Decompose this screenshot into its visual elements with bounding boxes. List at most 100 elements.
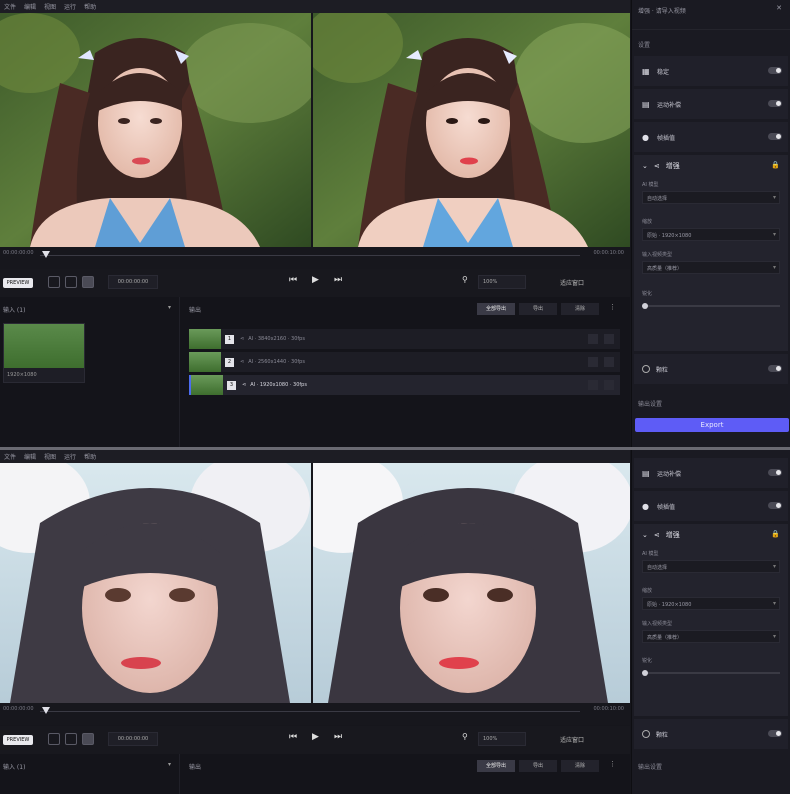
preview-original[interactable] <box>0 13 311 247</box>
feature-grain[interactable]: 颗粒 <box>634 719 788 749</box>
clear-button[interactable]: 清除 <box>561 760 599 772</box>
close-icon[interactable]: ✕ <box>776 4 782 12</box>
ai-model-select[interactable]: 自动选择 <box>642 560 780 573</box>
feature-motion[interactable]: ▤ 运动补偿 <box>634 89 788 119</box>
menu-file[interactable]: 文件 <box>4 452 16 461</box>
next-frame-icon[interactable]: ⏭ <box>334 275 342 285</box>
zoom-select[interactable]: 100% <box>478 275 526 289</box>
zoom-select[interactable]: 100% <box>478 732 526 746</box>
timeline[interactable]: 00:00:00:00 00:00:10:00 <box>0 247 630 269</box>
preview-original[interactable] <box>0 463 311 703</box>
feature-motion[interactable]: ▤ 运动补偿 <box>634 458 788 488</box>
sharpen-slider[interactable] <box>642 670 780 676</box>
play-icon[interactable]: ▶ <box>312 275 319 285</box>
menu-run[interactable]: 运行 <box>64 452 76 461</box>
export-button[interactable]: 导出 <box>519 760 557 772</box>
playhead-icon[interactable] <box>42 251 50 258</box>
single-view-icon[interactable] <box>48 733 60 745</box>
feature-interpolate[interactable]: ● 帧插值 <box>634 122 788 152</box>
input-clip-card[interactable]: 1920×1080 <box>3 323 85 383</box>
output-remove-icon[interactable] <box>604 380 614 390</box>
split-view-icon[interactable] <box>65 276 77 288</box>
split-view-icon[interactable] <box>65 733 77 745</box>
feature-interpolate[interactable]: ● 帧插值 <box>634 491 788 521</box>
preview-mode-badge[interactable]: PREVIEW <box>3 735 33 745</box>
scale-select[interactable]: 原始 · 1920×1080 <box>642 228 780 241</box>
prev-frame-icon[interactable]: ⏮ <box>289 275 297 285</box>
video-type-select[interactable]: 高质量（推荐） <box>642 261 780 274</box>
output-remove-icon[interactable] <box>604 334 614 344</box>
timeline-track[interactable] <box>40 255 580 256</box>
grain-radio[interactable] <box>642 365 650 373</box>
fit-window-button[interactable]: 适应窗口 <box>560 278 584 287</box>
output-name: AI · 1920x1080 · 30fps <box>250 382 307 388</box>
video-type-select[interactable]: 高质量（推荐） <box>642 630 780 643</box>
share-icon[interactable]: ⋖ <box>240 359 244 365</box>
inputs-collapse-icon[interactable]: ▾ <box>168 304 171 311</box>
output-row[interactable]: 1 ⋖ AI · 3840x2160 · 30fps <box>189 329 620 349</box>
preview-mode-badge[interactable]: PREVIEW <box>3 278 33 288</box>
outputs-menu-icon[interactable]: ⋮ <box>609 760 616 772</box>
menu-file[interactable]: 文件 <box>4 2 16 11</box>
side-by-side-view-icon[interactable] <box>82 276 94 288</box>
next-frame-icon[interactable]: ⏭ <box>334 732 342 742</box>
scale-label: 缩放 <box>642 588 653 594</box>
scale-select[interactable]: 原始 · 1920×1080 <box>642 597 780 610</box>
preview-enhanced[interactable] <box>313 13 630 247</box>
inputs-collapse-icon[interactable]: ▾ <box>168 761 171 768</box>
export-button-primary[interactable]: Export <box>635 418 789 432</box>
feature-grain[interactable]: 颗粒 <box>634 354 788 384</box>
outputs-menu-icon[interactable]: ⋮ <box>609 303 616 315</box>
clear-button[interactable]: 清除 <box>561 303 599 315</box>
output-check-icon[interactable] <box>588 357 598 367</box>
side-by-side-view-icon[interactable] <box>82 733 94 745</box>
current-time-field[interactable]: 00:00:00:00 <box>108 732 158 746</box>
output-remove-icon[interactable] <box>604 357 614 367</box>
share-icon[interactable]: ⋖ <box>240 336 244 342</box>
grain-toggle[interactable] <box>768 365 782 372</box>
play-icon[interactable]: ▶ <box>312 732 319 742</box>
grain-radio[interactable] <box>642 730 650 738</box>
output-check-icon[interactable] <box>588 380 598 390</box>
prev-frame-icon[interactable]: ⏮ <box>289 732 297 742</box>
enhance-header[interactable]: ⌄ ⋖ 增强 🔒 <box>642 161 780 171</box>
chevron-down-icon[interactable]: ⌄ <box>642 531 648 539</box>
menu-run[interactable]: 运行 <box>64 2 76 11</box>
menu-view[interactable]: 视图 <box>44 2 56 11</box>
export-all-button[interactable]: 全部导出 <box>477 760 515 772</box>
motion-toggle[interactable] <box>768 469 782 476</box>
panel-hint: 增强 · 请导入视频 <box>638 8 686 15</box>
menu-help[interactable]: 帮助 <box>84 2 96 11</box>
lock-icon[interactable]: 🔒 <box>771 161 780 169</box>
sharpen-slider[interactable] <box>642 303 780 309</box>
chevron-down-icon[interactable]: ⌄ <box>642 162 648 170</box>
interpolate-toggle[interactable] <box>768 502 782 509</box>
interpolate-toggle[interactable] <box>768 133 782 140</box>
export-all-button[interactable]: 全部导出 <box>477 303 515 315</box>
current-time-field[interactable]: 00:00:00:00 <box>108 275 158 289</box>
single-view-icon[interactable] <box>48 276 60 288</box>
timeline-track[interactable] <box>40 711 580 712</box>
share-icon[interactable]: ⋖ <box>242 382 246 388</box>
export-button[interactable]: 导出 <box>519 303 557 315</box>
stabilize-toggle[interactable] <box>768 67 782 74</box>
fit-window-button[interactable]: 适应窗口 <box>560 735 584 744</box>
playhead-icon[interactable] <box>42 707 50 714</box>
grain-toggle[interactable] <box>768 730 782 737</box>
preview-enhanced[interactable] <box>313 463 630 703</box>
timeline[interactable]: 00:00:00:00 00:00:10:00 <box>0 703 630 725</box>
ai-model-select[interactable]: 自动选择 <box>642 191 780 204</box>
output-row-selected[interactable]: 3 ⋖ AI · 1920x1080 · 30fps <box>189 375 620 395</box>
output-check-icon[interactable] <box>588 334 598 344</box>
menu-help[interactable]: 帮助 <box>84 452 96 461</box>
menu-edit[interactable]: 编辑 <box>24 2 36 11</box>
menu-view[interactable]: 视图 <box>44 452 56 461</box>
output-row[interactable]: 2 ⋖ AI · 2560x1440 · 30fps <box>189 352 620 372</box>
slider-knob[interactable] <box>642 303 648 309</box>
motion-toggle[interactable] <box>768 100 782 107</box>
feature-stabilize[interactable]: ▦ 稳定 <box>634 56 788 86</box>
menu-edit[interactable]: 编辑 <box>24 452 36 461</box>
lock-icon[interactable]: 🔒 <box>771 530 780 538</box>
enhance-header[interactable]: ⌄ ⋖ 增强 🔒 <box>642 530 780 540</box>
slider-knob[interactable] <box>642 670 648 676</box>
